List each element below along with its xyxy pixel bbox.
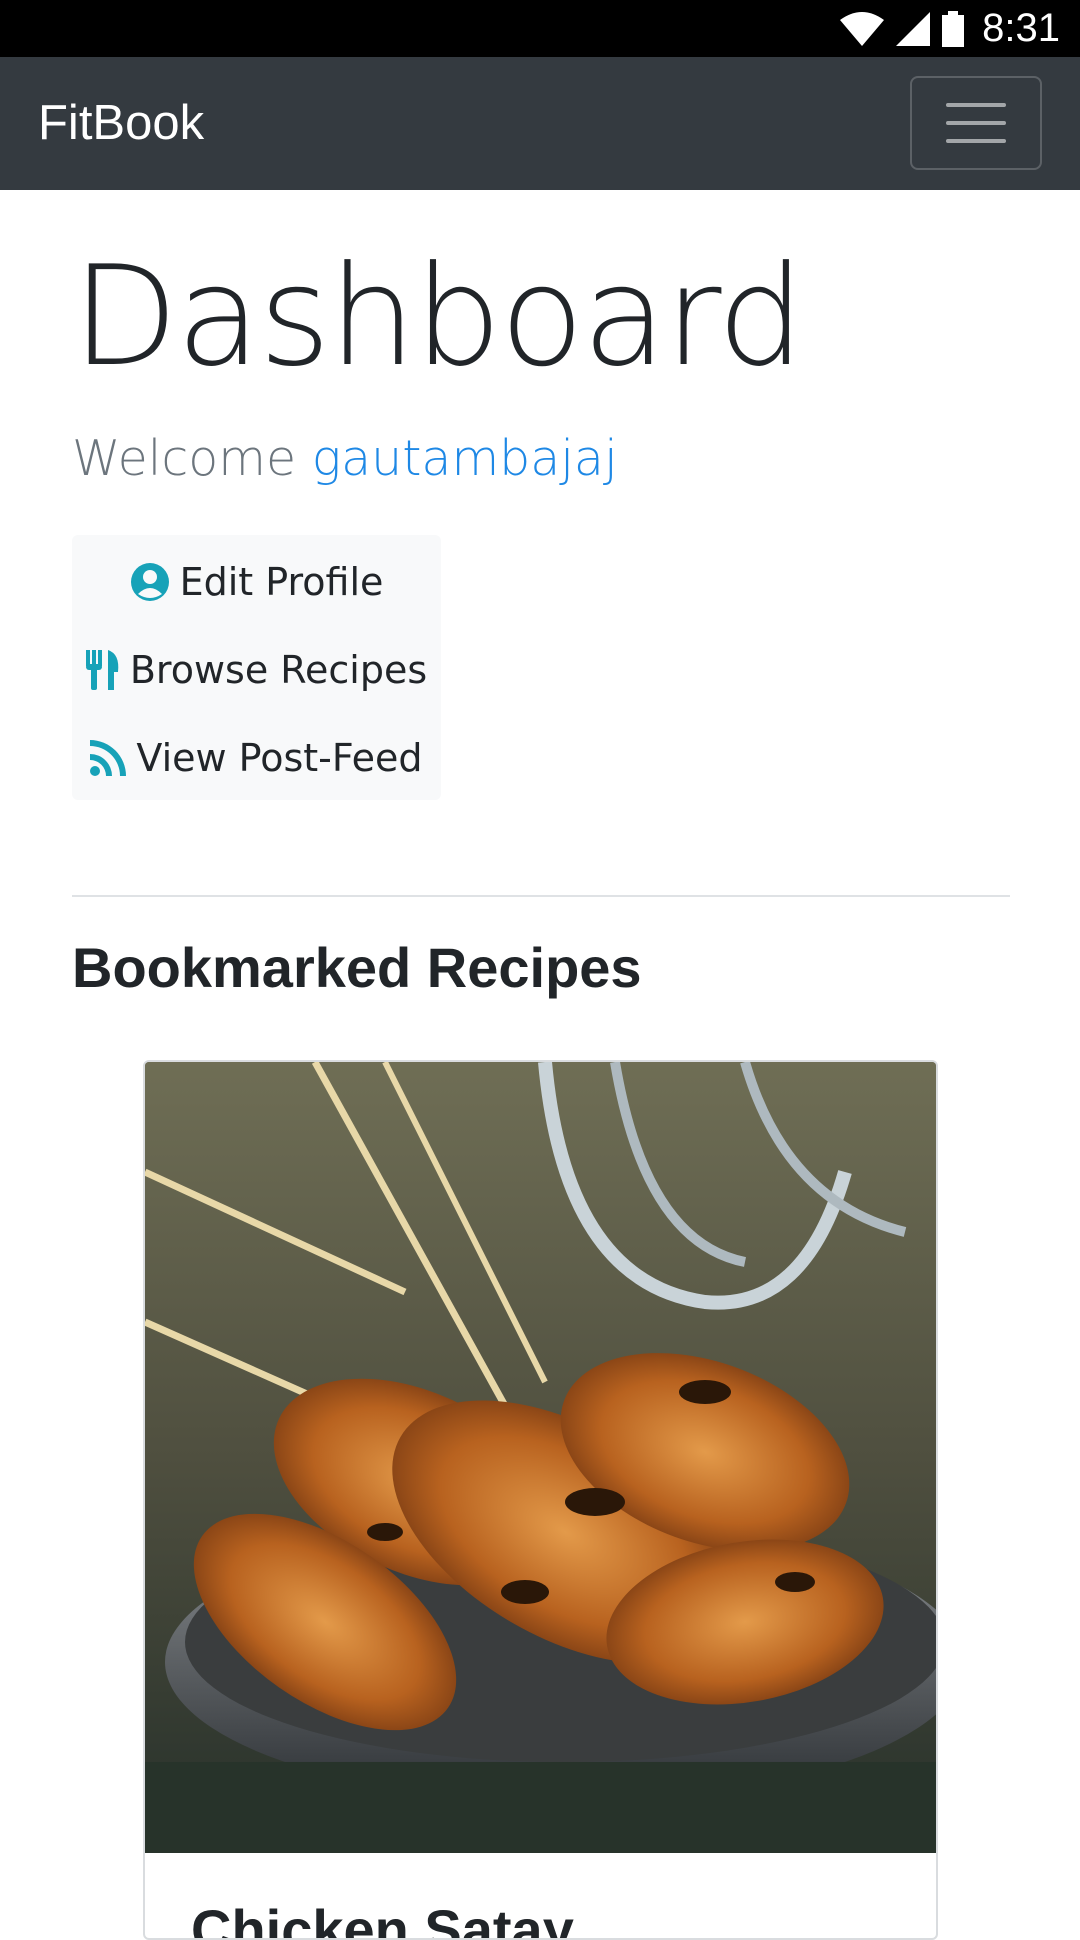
hamburger-menu-icon: [946, 103, 1006, 143]
status-time: 8:31: [982, 6, 1060, 50]
recipe-title[interactable]: Chicken Satay: [191, 1897, 574, 1938]
view-post-feed-button[interactable]: View Post-Feed: [72, 723, 441, 793]
navbar-toggle-button[interactable]: [910, 76, 1042, 170]
navbar: FitBook: [0, 57, 1080, 190]
page-title: Dashboard: [72, 236, 805, 397]
view-post-feed-label: View Post-Feed: [136, 736, 423, 780]
user-circle-icon: [130, 563, 169, 601]
status-bar: 8:31: [0, 0, 1080, 57]
browse-recipes-button[interactable]: Browse Recipes: [72, 635, 441, 705]
brand-link[interactable]: FitBook: [38, 95, 204, 151]
username-link[interactable]: gautambajaj: [312, 430, 618, 487]
welcome-text: Welcome gautambajaj: [72, 430, 618, 487]
cell-signal-icon: [896, 11, 931, 46]
chicken-satay-photo: [145, 1062, 936, 1853]
section-divider: [72, 895, 1010, 897]
utensils-icon: [85, 650, 119, 690]
welcome-prefix: Welcome: [72, 430, 297, 487]
dashboard-menu: Edit Profile Browse Recipes View Post-Fe…: [72, 535, 441, 800]
edit-profile-button[interactable]: Edit Profile: [72, 547, 441, 617]
edit-profile-label: Edit Profile: [179, 560, 384, 604]
rss-icon: [90, 740, 127, 776]
wifi-icon: [840, 11, 885, 46]
status-icons: 8:31: [840, 0, 1060, 57]
bookmarks-heading: Bookmarked Recipes: [72, 936, 642, 999]
battery-icon: [942, 10, 965, 47]
recipe-card[interactable]: Chicken Satay: [143, 1060, 938, 1940]
browse-recipes-label: Browse Recipes: [129, 648, 428, 692]
recipe-image[interactable]: [145, 1062, 936, 1853]
